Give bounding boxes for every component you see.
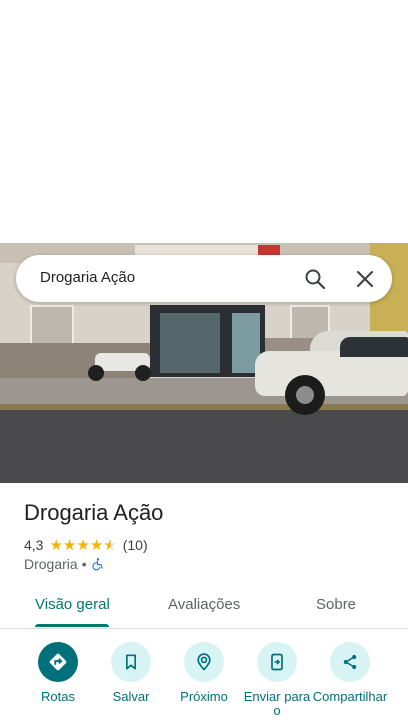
tab-overview[interactable]: Visão geral bbox=[35, 596, 110, 613]
share-button[interactable]: Compartilhar bbox=[312, 642, 388, 704]
rating-row[interactable]: 4,3 ★ ★ ★ ★ ★ (10) bbox=[24, 536, 148, 554]
active-tab-indicator bbox=[35, 624, 109, 627]
share-icon bbox=[343, 654, 357, 670]
star-icon: ★ bbox=[89, 537, 104, 554]
tab-bar: Visão geral Avaliações Sobre bbox=[0, 590, 408, 629]
send-to-phone-icon bbox=[271, 653, 283, 671]
directions-icon bbox=[49, 653, 67, 671]
directions-label: Rotas bbox=[41, 689, 75, 704]
category-row: Drogaria • bbox=[24, 556, 105, 572]
place-category: Drogaria bbox=[24, 556, 78, 572]
search-bar[interactable]: Drogaria Ação bbox=[16, 255, 392, 302]
rating-value: 4,3 bbox=[24, 537, 44, 553]
star-icon: ★ bbox=[49, 537, 63, 554]
save-label: Salvar bbox=[112, 689, 150, 704]
nearby-button[interactable]: Próximo bbox=[166, 642, 242, 704]
star-icon: ★ bbox=[62, 537, 77, 554]
tab-about[interactable]: Sobre bbox=[316, 596, 356, 613]
nearby-icon bbox=[197, 653, 211, 671]
directions-button[interactable]: Rotas bbox=[20, 642, 96, 704]
nearby-label: Próximo bbox=[180, 689, 228, 704]
bookmark-icon bbox=[126, 654, 136, 670]
star-icon: ★ bbox=[76, 537, 90, 554]
place-title: Drogaria Ação bbox=[24, 500, 164, 525]
review-count[interactable]: (10) bbox=[123, 537, 148, 553]
search-input[interactable]: Drogaria Ação bbox=[40, 269, 135, 286]
star-half-icon: ★ bbox=[103, 537, 117, 554]
star-rating: ★ ★ ★ ★ ★ bbox=[49, 536, 116, 554]
separator: • bbox=[81, 556, 87, 572]
share-label: Compartilhar bbox=[312, 689, 388, 704]
save-button[interactable]: Salvar bbox=[93, 642, 169, 704]
send-to-phone-label: Enviar para o bbox=[243, 689, 311, 718]
wheelchair-accessible-icon bbox=[92, 558, 103, 571]
close-icon[interactable] bbox=[353, 267, 377, 291]
tab-reviews[interactable]: Avaliações bbox=[168, 596, 240, 613]
send-to-phone-button[interactable]: Enviar para o bbox=[239, 642, 315, 718]
search-icon[interactable] bbox=[303, 267, 327, 291]
